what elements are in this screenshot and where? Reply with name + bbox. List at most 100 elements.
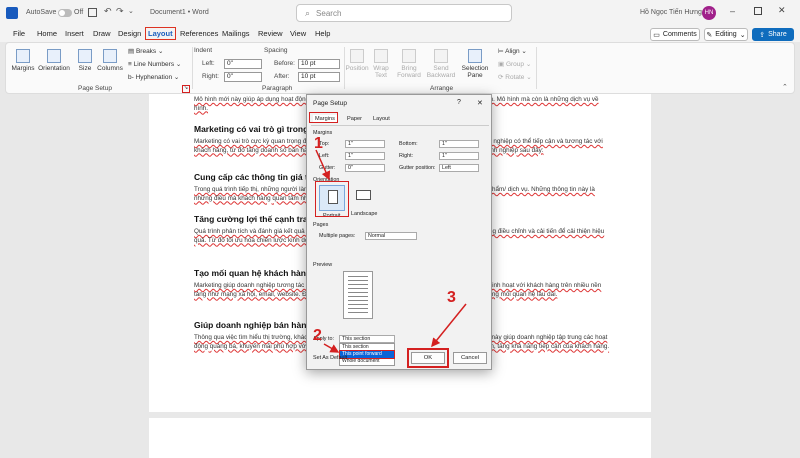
undo-icon[interactable]: ↶ <box>104 6 112 17</box>
set-default-button[interactable]: Set As Default <box>313 355 347 361</box>
tab-layout[interactable]: Layout <box>373 116 390 122</box>
send-backward-button[interactable]: Send Backward <box>426 49 456 79</box>
bottom-input[interactable]: 1" <box>439 140 479 148</box>
divider <box>192 47 193 89</box>
chevron-down-icon[interactable]: ⌄ <box>128 7 134 15</box>
breaks-label: Breaks <box>135 48 157 55</box>
tab-insert[interactable]: Insert <box>63 28 86 39</box>
preview-lines <box>348 276 368 314</box>
group-button[interactable]: ▣ Group ⌄ <box>498 60 531 68</box>
editing-button[interactable]: ✎ Editing ⌄ <box>704 28 748 41</box>
search-box[interactable]: ⌕ Search <box>296 4 512 22</box>
left-input[interactable]: 1" <box>345 152 385 160</box>
comments-label: Comments <box>662 31 697 38</box>
tab-view[interactable]: View <box>288 28 308 39</box>
share-icon: ⇪ <box>759 31 766 39</box>
share-button[interactable]: ⇪ Share <box>752 28 794 41</box>
tab-paper[interactable]: Paper <box>347 116 362 122</box>
right-input[interactable]: 1" <box>439 152 479 160</box>
spacing-label: Spacing <box>264 47 288 54</box>
preview-page <box>343 271 373 319</box>
apply-option-selected[interactable]: This point forward <box>339 350 395 359</box>
bring-forward-icon <box>402 49 416 63</box>
bring-forward-button[interactable]: Bring Forward <box>394 49 424 79</box>
gutter-input[interactable]: 0" <box>345 164 385 172</box>
spacing-before-input[interactable]: 10 pt <box>298 59 340 69</box>
spacing-after-input[interactable]: 10 pt <box>298 72 340 82</box>
heading: Giúp doanh nghiệp bán hàng <box>194 320 312 330</box>
avatar[interactable]: HN <box>702 6 716 20</box>
columns-icon <box>103 49 117 63</box>
line-numbers-label: Line Numbers <box>133 61 175 68</box>
landscape-page-icon <box>356 190 371 200</box>
multiple-pages-select[interactable]: Normal <box>365 232 417 240</box>
collapse-ribbon-icon[interactable]: ⌃ <box>782 83 788 91</box>
close-icon[interactable]: ✕ <box>778 5 786 16</box>
indent-left-input[interactable]: 0" <box>224 59 262 69</box>
close-icon[interactable]: ✕ <box>477 99 483 107</box>
chevron-down-icon: ⌄ <box>739 31 746 39</box>
tab-draw[interactable]: Draw <box>91 28 113 39</box>
heading: Marketing có vai trò gì trong <box>194 124 309 134</box>
tab-layout[interactable]: Layout <box>145 27 176 40</box>
multiple-pages-label: Multiple pages: <box>319 233 356 239</box>
indent-right-input[interactable]: 0" <box>224 72 262 82</box>
line-numbers-button[interactable]: ≡ Line Numbers ⌄ <box>128 60 181 68</box>
tab-file[interactable]: File <box>11 28 27 39</box>
heading: Tạo mối quan hệ khách hàng <box>194 268 312 278</box>
selection-pane-icon <box>468 49 482 63</box>
bring-forward-label: Bring Forward <box>397 65 421 79</box>
bottom-label: Bottom: <box>399 141 418 147</box>
apply-option[interactable]: This section <box>340 344 394 351</box>
gutter-position-select[interactable]: Left <box>439 164 479 172</box>
tab-mailings[interactable]: Mailings <box>220 28 252 39</box>
save-icon[interactable] <box>88 8 97 17</box>
orientation-button[interactable]: Orientation <box>36 49 72 72</box>
title-bar: AutoSave Off ↶ ↷ ⌄ Document1 • Word ⌕ Se… <box>0 0 800 26</box>
search-icon: ⌕ <box>305 7 311 18</box>
apply-to-dropdown: This section This point forward Whole do… <box>339 343 395 366</box>
minimize-icon[interactable]: – <box>730 6 735 16</box>
send-backward-icon <box>434 49 448 63</box>
selection-pane-button[interactable]: Selection Pane <box>460 49 490 79</box>
comments-button[interactable]: ▭ Comments <box>650 28 700 41</box>
tab-references[interactable]: References <box>178 28 220 39</box>
position-button[interactable]: Position <box>344 49 370 72</box>
margins-label: Margins <box>11 65 35 72</box>
tab-help[interactable]: Help <box>313 28 332 39</box>
align-button[interactable]: ⊨ Align ⌄ <box>498 47 527 55</box>
right-label: Right: <box>399 153 414 159</box>
pencil-icon: ✎ <box>706 31 713 39</box>
size-button[interactable]: Size <box>74 49 96 72</box>
orientation-label: Orientation <box>38 65 70 72</box>
breaks-button[interactable]: ▤ Breaks ⌄ <box>128 47 163 55</box>
autosave-toggle[interactable] <box>58 9 72 17</box>
columns-button[interactable]: Columns <box>96 49 124 72</box>
top-input[interactable]: 1" <box>345 140 385 148</box>
margins-button[interactable]: Margins <box>10 49 36 72</box>
wrap-text-button[interactable]: Wrap Text <box>370 49 392 79</box>
spacing-after-label: After: <box>274 73 290 80</box>
apply-to-select[interactable]: This section <box>339 335 395 343</box>
landscape-option[interactable] <box>353 185 375 207</box>
tab-design[interactable]: Design <box>116 28 143 39</box>
help-button[interactable]: ? <box>457 99 461 106</box>
redo-icon[interactable]: ↷ <box>116 6 124 17</box>
user-name: Hồ Ngọc Tiến Hưng <box>640 9 702 16</box>
margins-icon <box>16 49 30 63</box>
landscape-label: Landscape <box>351 211 378 217</box>
comment-icon: ▭ <box>653 31 660 39</box>
document-next-page[interactable] <box>149 418 651 458</box>
cancel-button[interactable]: Cancel <box>453 352 487 364</box>
page-setup-launcher-icon[interactable]: ↘ <box>182 85 190 93</box>
hyphenation-button[interactable]: b‑ Hyphenation ⌄ <box>128 73 179 81</box>
rotate-button[interactable]: ⟳ Rotate ⌄ <box>498 73 532 81</box>
ok-button[interactable]: OK <box>407 348 449 368</box>
tab-home[interactable]: Home <box>35 28 59 39</box>
restore-icon[interactable] <box>754 7 762 15</box>
tab-review[interactable]: Review <box>256 28 285 39</box>
selection-pane-label: Selection Pane <box>461 65 489 79</box>
apply-option[interactable]: Whole document <box>340 358 394 365</box>
step-2-label: 2 <box>313 327 322 344</box>
tab-divider <box>311 125 489 126</box>
